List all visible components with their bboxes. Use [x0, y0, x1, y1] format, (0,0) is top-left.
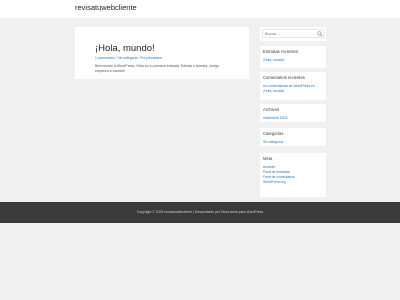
widget-title: Entradas recientes	[263, 49, 298, 54]
post-comments-link[interactable]: 1 comentario	[95, 56, 115, 60]
site-footer: Copyright © 2023 revisatuwebcliente | De…	[0, 202, 400, 223]
categories-widget: Categorías Sin categoría	[260, 128, 326, 146]
recent-comment-link[interactable]: Un comentarista de WordPress en ¡Hola, m…	[263, 84, 323, 94]
recent-post-link[interactable]: ¡Hola, mundo!	[263, 58, 323, 63]
post-card: ¡Hola, mundo! 1 comentario / Sin categor…	[75, 27, 249, 79]
post-meta: 1 comentario / Sin categoría / Por johna…	[95, 56, 249, 60]
recent-posts-widget: Entradas recientes ¡Hola, mundo!	[260, 46, 326, 68]
recent-comments-widget: Comentarios recientes Un comentarista de…	[260, 72, 326, 100]
search-input[interactable]	[262, 29, 324, 38]
post-category-link[interactable]: Sin categoría	[117, 56, 137, 60]
search-icon[interactable]	[317, 30, 323, 37]
widget-title: Comentarios recientes	[263, 75, 305, 80]
archive-link[interactable]: noviembre 2023	[263, 116, 323, 121]
category-link[interactable]: Sin categoría	[263, 140, 323, 145]
search-widget	[260, 27, 326, 41]
site-title-link[interactable]: revisatuwebcliente	[75, 3, 137, 12]
post-author-link[interactable]: Por johnabara	[140, 56, 161, 60]
meta-widget: Meta Acceder Feed de entradas Feed de co…	[260, 153, 326, 197]
widget-title: Meta	[263, 156, 273, 161]
archives-widget: Archivos noviembre 2023	[260, 104, 326, 122]
site-header: revisatuwebcliente	[0, 0, 400, 18]
post-title[interactable]: ¡Hola, mundo!	[95, 43, 249, 54]
post-excerpt: Bienvenido a WordPress. Esta es tu prime…	[95, 64, 220, 73]
widget-title: Archivos	[263, 107, 280, 112]
wordpress-org-link[interactable]: WordPress.org	[263, 180, 323, 185]
sidebar: Entradas recientes ¡Hola, mundo! Comenta…	[260, 27, 326, 197]
widget-title: Categorías	[263, 131, 284, 136]
footer-copyright: Copyright © 2023 revisatuwebcliente | De…	[136, 210, 264, 214]
